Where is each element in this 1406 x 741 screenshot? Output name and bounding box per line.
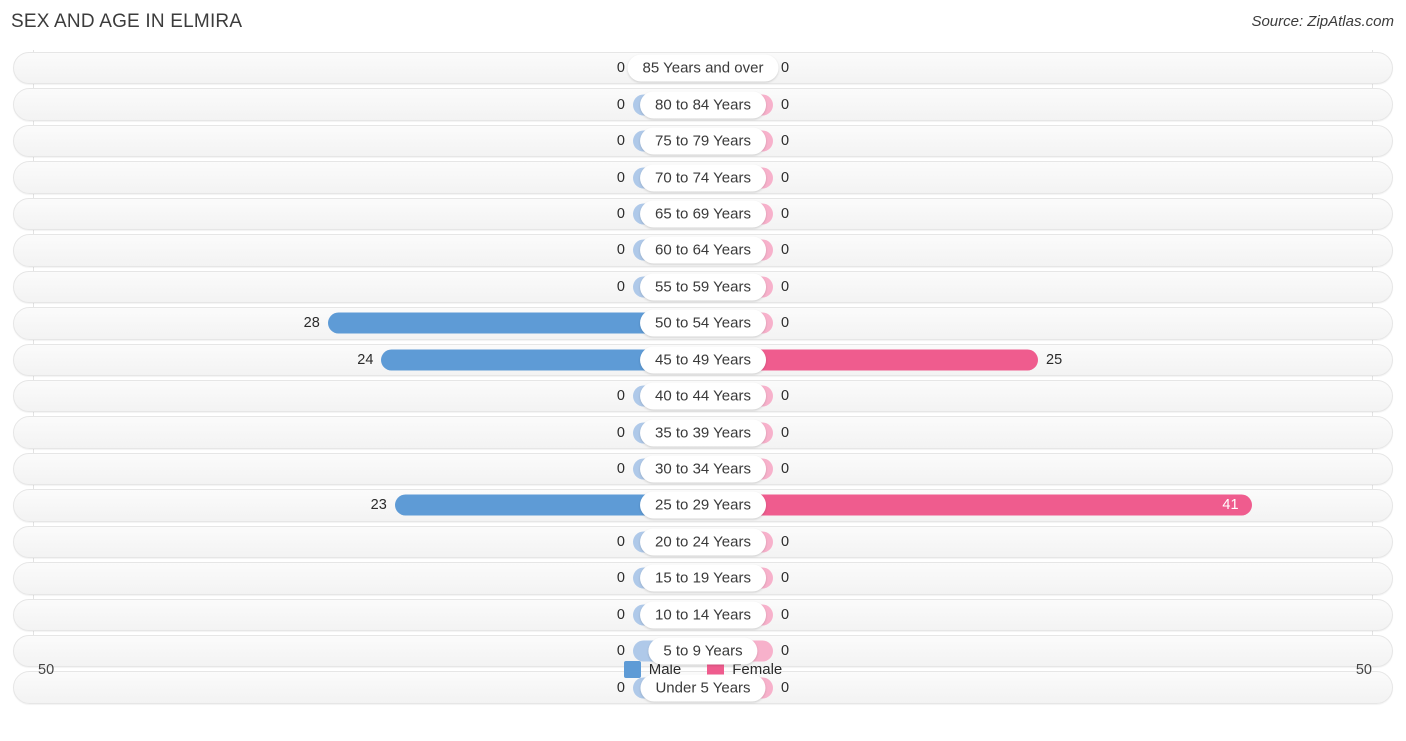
age-group-label: 65 to 69 Years [640,200,766,228]
male-value-label: 0 [616,461,625,478]
age-group-label: 75 to 79 Years [640,127,766,155]
age-group-row[interactable]: 28 0 50 to 54 Years [0,305,1406,341]
male-value-label: 0 [616,570,625,587]
age-group-row[interactable]: 0 0 40 to 44 Years [0,378,1406,414]
female-value-label: 41 [1222,497,1239,514]
female-value-label: 0 [781,133,790,150]
age-group-label: 20 to 24 Years [640,528,766,556]
age-group-row[interactable]: 0 0 20 to 24 Years [0,524,1406,560]
male-value-label: 0 [616,96,625,113]
age-group-row[interactable]: 0 0 75 to 79 Years [0,123,1406,159]
male-value-label: 0 [616,133,625,150]
female-value-label: 0 [781,424,790,441]
female-bar[interactable] [703,494,1253,516]
female-value-label: 0 [781,606,790,623]
female-value-label: 0 [781,461,790,478]
female-value-label: 0 [781,533,790,550]
male-value-label: 24 [357,351,374,368]
age-group-row[interactable]: 0 0 15 to 19 Years [0,560,1406,596]
male-value-label: 0 [616,606,625,623]
male-value-label: 0 [616,169,625,186]
chart-header: SEX AND AGE IN ELMIRA Source: ZipAtlas.c… [0,0,1406,46]
female-value-label: 0 [781,242,790,259]
age-group-row[interactable]: 0 0 60 to 64 Years [0,232,1406,268]
male-value-label: 23 [370,497,387,514]
male-value-label: 0 [616,205,625,222]
age-group-label: 85 Years and over [627,54,779,82]
age-group-label: 70 to 74 Years [640,164,766,192]
age-group-row[interactable]: 0 0 30 to 34 Years [0,451,1406,487]
male-value-label: 0 [616,424,625,441]
male-value-label: 28 [303,315,320,332]
age-group-label: 45 to 49 Years [640,346,766,374]
page-title: SEX AND AGE IN ELMIRA [11,11,243,32]
age-group-label: 60 to 64 Years [640,236,766,264]
female-value-label: 0 [781,96,790,113]
age-group-row[interactable]: 0 0 80 to 84 Years [0,86,1406,122]
female-value-label: 0 [781,570,790,587]
age-group-label: 10 to 14 Years [640,601,766,629]
age-group-row[interactable]: 0 0 35 to 39 Years [0,414,1406,450]
age-group-label: 40 to 44 Years [640,382,766,410]
female-value-label: 0 [781,388,790,405]
age-group-row[interactable]: 24 25 45 to 49 Years [0,342,1406,378]
age-group-row[interactable]: 0 0 70 to 74 Years [0,159,1406,195]
source-attribution: Source: ZipAtlas.com [1251,13,1394,30]
age-group-label: 25 to 29 Years [640,491,766,519]
age-group-row[interactable]: 0 0 10 to 14 Years [0,597,1406,633]
male-value-label: 0 [616,533,625,550]
age-group-row[interactable]: 0 0 55 to 59 Years [0,269,1406,305]
female-value-label: 0 [781,315,790,332]
age-group-label: 30 to 34 Years [640,455,766,483]
chart-page: SEX AND AGE IN ELMIRA Source: ZipAtlas.c… [0,0,1406,741]
legend-swatch-male-icon [623,661,641,678]
female-value-label: 0 [781,205,790,222]
age-group-label: 50 to 54 Years [640,309,766,337]
age-group-label: 5 to 9 Years [648,637,758,665]
age-group-label: 15 to 19 Years [640,564,766,592]
age-group-label: 35 to 39 Years [640,419,766,447]
age-group-label: 80 to 84 Years [640,91,766,119]
population-pyramid-plot: 0 0 85 Years and over 0 0 80 to 84 Years 0 0 75 … [0,46,1406,704]
age-group-row[interactable]: 23 41 25 to 29 Years [0,487,1406,523]
age-group-label: Under 5 Years [640,674,766,702]
female-value-label: 0 [781,169,790,186]
male-value-label: 0 [616,388,625,405]
female-value-label: 0 [781,278,790,295]
age-group-label: 55 to 59 Years [640,273,766,301]
age-group-row[interactable]: 0 0 65 to 69 Years [0,196,1406,232]
female-value-label: 25 [1046,351,1063,368]
male-value-label: 0 [616,278,625,295]
age-group-rows: 0 0 85 Years and over 0 0 80 to 84 Years 0 0 75 … [0,50,1406,706]
male-value-label: 0 [616,60,625,77]
age-group-row[interactable]: 0 0 85 Years and over [0,50,1406,86]
female-value-label: 0 [781,60,790,77]
male-value-label: 0 [616,242,625,259]
